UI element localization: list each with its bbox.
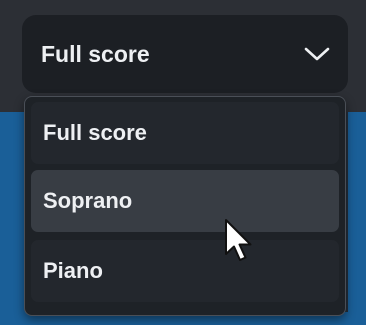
option-piano[interactable]: Piano — [31, 240, 339, 302]
chevron-down-icon[interactable] — [304, 46, 330, 62]
option-full-score[interactable]: Full score — [31, 102, 339, 164]
option-soprano[interactable]: Soprano — [31, 170, 339, 232]
dropdown-menu: Full score Soprano Piano — [24, 96, 346, 316]
layout-select[interactable]: Full score — [22, 15, 348, 93]
layout-select-value: Full score — [41, 40, 150, 67]
